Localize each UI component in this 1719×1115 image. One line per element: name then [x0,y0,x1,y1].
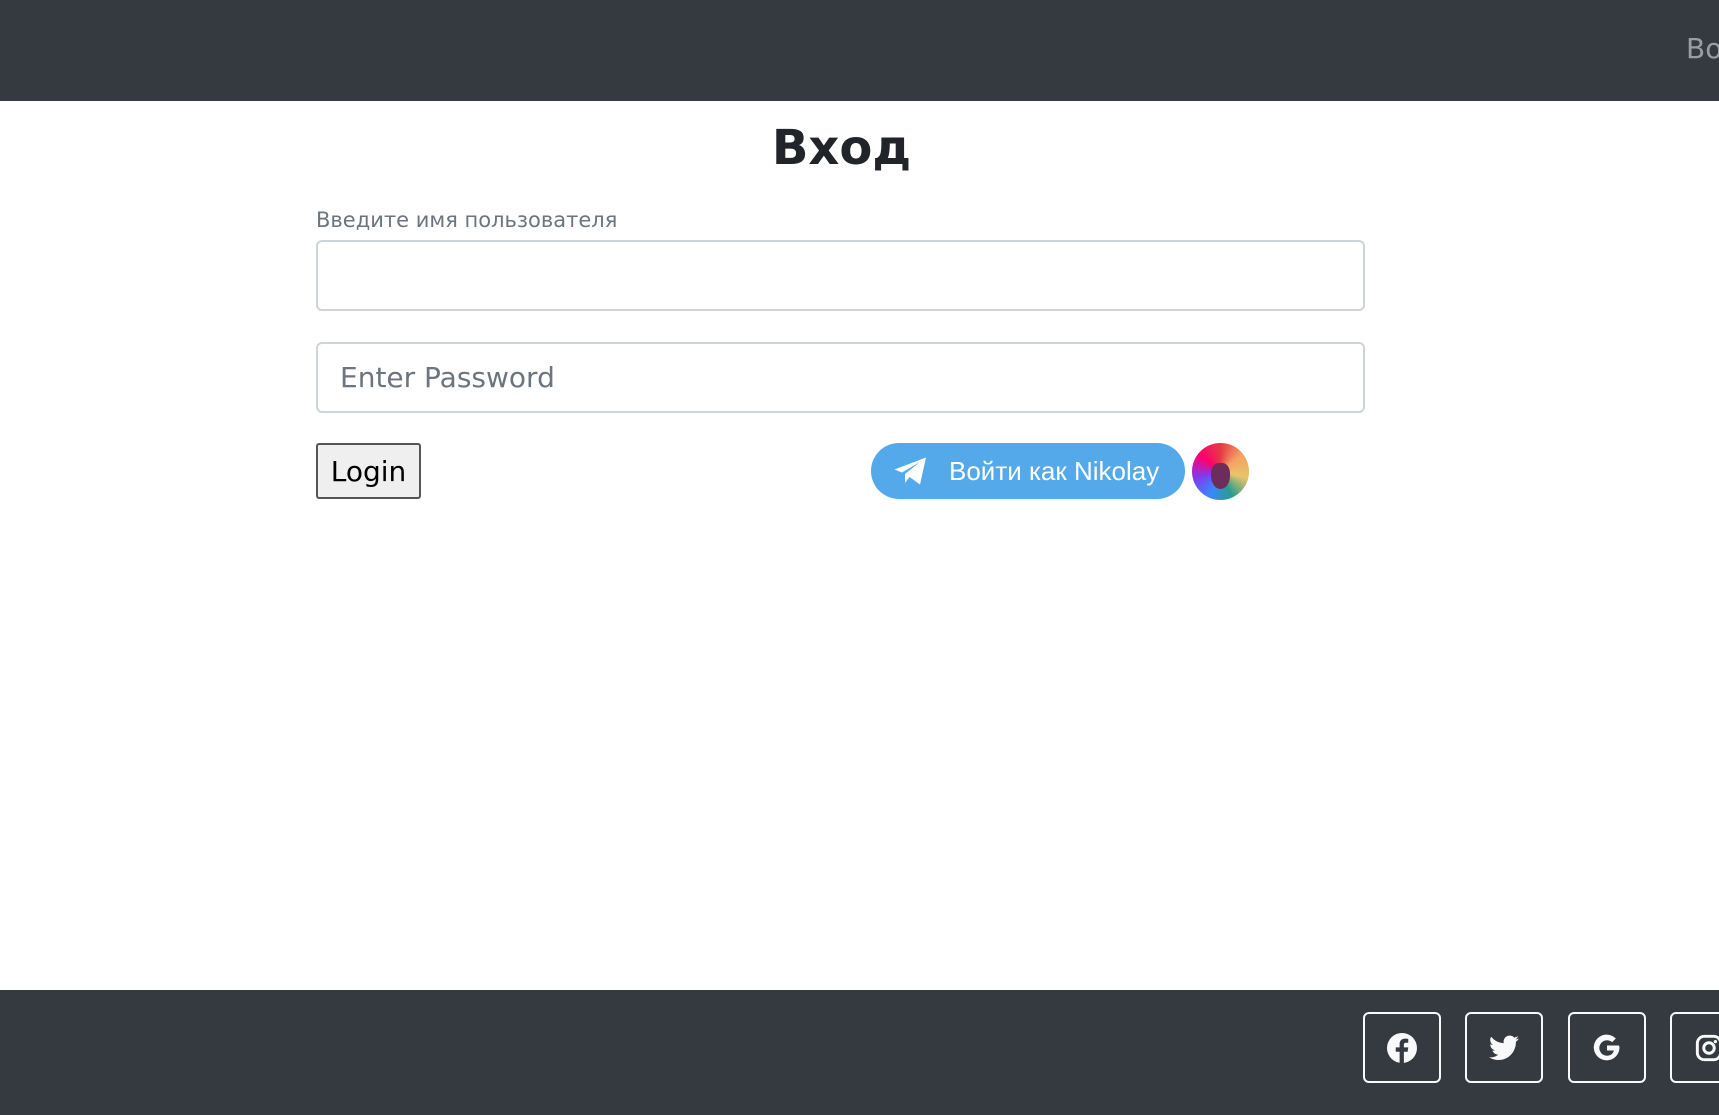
navbar: Во [0,0,1719,101]
username-input[interactable] [316,240,1365,311]
password-input[interactable] [316,342,1365,413]
telegram-login-button[interactable]: Войти как Nikolay [871,443,1185,499]
footer [0,990,1719,1115]
nav-link[interactable]: Во [1686,32,1719,65]
google-icon [1593,1034,1620,1060]
instagram-button[interactable] [1670,1012,1719,1083]
avatar [1192,443,1249,500]
facebook-button[interactable] [1363,1012,1441,1083]
twitter-icon [1489,1035,1519,1060]
telegram-icon [894,457,926,485]
facebook-icon [1387,1032,1417,1063]
google-button[interactable] [1568,1012,1646,1083]
username-label: Введите имя пользователя [316,208,618,232]
telegram-button-label: Войти как Nikolay [949,455,1160,486]
page-title: Вход [771,120,912,176]
twitter-button[interactable] [1465,1012,1543,1083]
login-button[interactable]: Login [316,443,421,499]
instagram-icon [1695,1034,1719,1061]
